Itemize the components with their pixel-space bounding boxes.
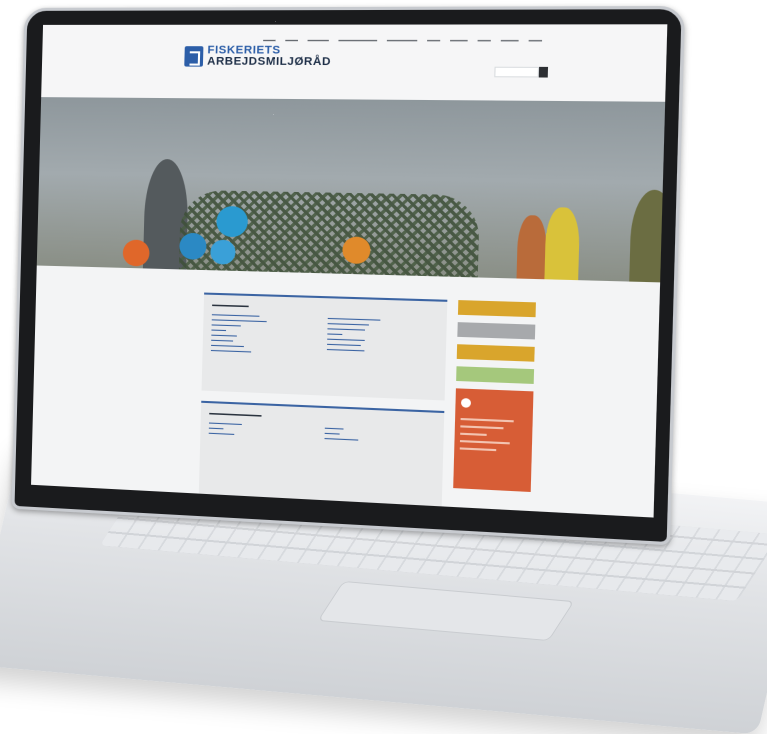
hero-image bbox=[36, 97, 666, 283]
top-navigation: ▬▬▬ ▬▬▬ ▬▬▬▬▬ ▬▬▬▬▬▬▬▬▬ ▬▬▬▬▬▬▬ ▬▬▬ ▬▬▬▬… bbox=[263, 37, 542, 42]
nav-item[interactable]: ▬▬▬▬▬▬▬ bbox=[387, 37, 418, 42]
nav-item[interactable]: ▬▬▬▬ bbox=[501, 37, 519, 42]
clock-icon bbox=[460, 398, 472, 408]
hero-board-right bbox=[628, 189, 666, 283]
hero-person bbox=[544, 207, 581, 283]
hero-person bbox=[516, 215, 548, 283]
content-panel: ▬▬▬▬▬▬▬▬▬▬ ▬▬▬▬▬▬▬▬▬ ▬▬▬▬ ▬▬▬▬▬▬▬ ▬▬▬▬▬ … bbox=[198, 400, 445, 512]
nav-item[interactable]: ▬▬▬▬▬ bbox=[307, 37, 328, 42]
nav-item[interactable]: ▬▬▬ bbox=[478, 37, 491, 42]
search-input[interactable] bbox=[494, 66, 540, 78]
promo-box[interactable] bbox=[453, 388, 534, 492]
logo-icon bbox=[184, 46, 204, 67]
nav-item[interactable]: ▬▬▬▬ bbox=[450, 37, 468, 42]
laptop-lid: ▬▬▬ ▬▬▬ ▬▬▬▬▬ ▬▬▬▬▬▬▬▬▬ ▬▬▬▬▬▬▬ ▬▬▬ ▬▬▬▬… bbox=[11, 5, 686, 546]
site-header: ▬▬▬ ▬▬▬ ▬▬▬▬▬ ▬▬▬▬▬▬▬▬▬ ▬▬▬▬▬▬▬ ▬▬▬ ▬▬▬▬… bbox=[41, 24, 668, 102]
nav-item[interactable]: ▬▬▬ bbox=[529, 37, 543, 42]
panel-list: ▬▬▬▬▬▬▬▬▬▬▬▬▬▬ ▬▬▬▬▬▬▬▬▬▬▬ ▬▬▬▬▬▬▬▬▬▬ ▬▬… bbox=[327, 316, 438, 361]
nav-item[interactable]: ▬▬▬ bbox=[427, 37, 440, 42]
nav-item[interactable]: ▬▬▬ bbox=[285, 37, 298, 42]
panel-list: ▬▬▬▬▬▬▬▬▬ ▬▬▬▬ ▬▬▬▬▬▬▬ bbox=[209, 421, 317, 441]
nav-item[interactable]: ▬▬▬ bbox=[263, 37, 276, 42]
sidebar bbox=[452, 300, 536, 517]
page-content: ▬▬▬▬▬▬▬ ▬▬▬▬▬▬▬▬▬▬▬▬▬ ▬▬▬▬▬▬▬▬▬▬▬▬▬▬▬ ▬▬… bbox=[31, 266, 660, 518]
sidebar-button[interactable] bbox=[456, 366, 535, 384]
main-column: ▬▬▬▬▬▬▬ ▬▬▬▬▬▬▬▬▬▬▬▬▬ ▬▬▬▬▬▬▬▬▬▬▬▬▬▬▬ ▬▬… bbox=[198, 292, 448, 518]
panel-list: ▬▬▬▬▬ ▬▬▬▬ ▬▬▬▬▬▬▬▬▬ bbox=[324, 426, 435, 447]
content-panel: ▬▬▬▬▬▬▬ ▬▬▬▬▬▬▬▬▬▬▬▬▬ ▬▬▬▬▬▬▬▬▬▬▬▬▬▬▬ ▬▬… bbox=[201, 292, 448, 401]
sidebar-button[interactable] bbox=[457, 322, 536, 340]
logo-line-2: ARBEJDSMILJØRÅD bbox=[207, 55, 332, 69]
panel-list: ▬▬▬▬▬▬▬▬▬▬▬▬▬ ▬▬▬▬▬▬▬▬▬▬▬▬▬▬▬ ▬▬▬▬▬▬▬▬ ▬… bbox=[211, 312, 319, 357]
search-icon[interactable] bbox=[538, 66, 549, 78]
nav-item[interactable]: ▬▬▬▬▬▬▬▬▬ bbox=[338, 37, 377, 42]
sidebar-button[interactable] bbox=[457, 300, 536, 318]
sidebar-button[interactable] bbox=[456, 344, 535, 362]
browser-viewport: ▬▬▬ ▬▬▬ ▬▬▬▬▬ ▬▬▬▬▬▬▬▬▬ ▬▬▬▬▬▬▬ ▬▬▬ ▬▬▬▬… bbox=[31, 24, 668, 518]
site-logo[interactable]: FISKERIETS ARBEJDSMILJØRÅD bbox=[184, 44, 332, 69]
